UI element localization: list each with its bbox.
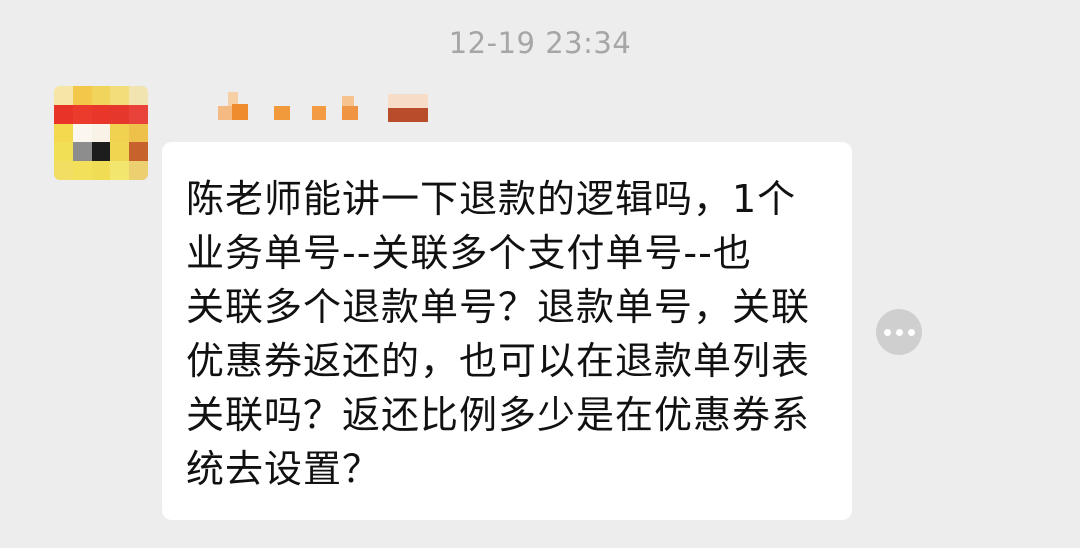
message-line: 业务单号--关联多个支付单号--也 xyxy=(186,231,752,275)
ellipsis-icon xyxy=(883,328,891,336)
sender-avatar[interactable] xyxy=(54,86,148,180)
ellipsis-icon xyxy=(907,328,915,336)
message-line: 关联多个退款单号？退款单号，关联 xyxy=(186,285,811,329)
ellipsis-icon xyxy=(895,328,903,336)
message-line: 陈老师能讲一下退款的逻辑吗，1个 xyxy=(186,177,797,221)
message-timestamp: 12-19 23:34 xyxy=(448,26,632,60)
message-bubble[interactable]: 陈老师能讲一下退款的逻辑吗，1个 业务单号--关联多个支付单号--也 关联多个退… xyxy=(162,142,852,520)
message-line: 统去设置？ xyxy=(186,447,382,491)
chat-view: 12-19 23:34 陈老师能讲一下退款的逻辑吗，1个 业务单号--关联多个支… xyxy=(0,0,1080,548)
more-options-button[interactable] xyxy=(876,309,922,355)
message-line: 关联吗？返还比例多少是在优惠券系 xyxy=(186,393,811,437)
message-line: 优惠券返还的，也可以在退款单列表 xyxy=(186,339,811,383)
sender-name-redacted xyxy=(218,86,438,126)
